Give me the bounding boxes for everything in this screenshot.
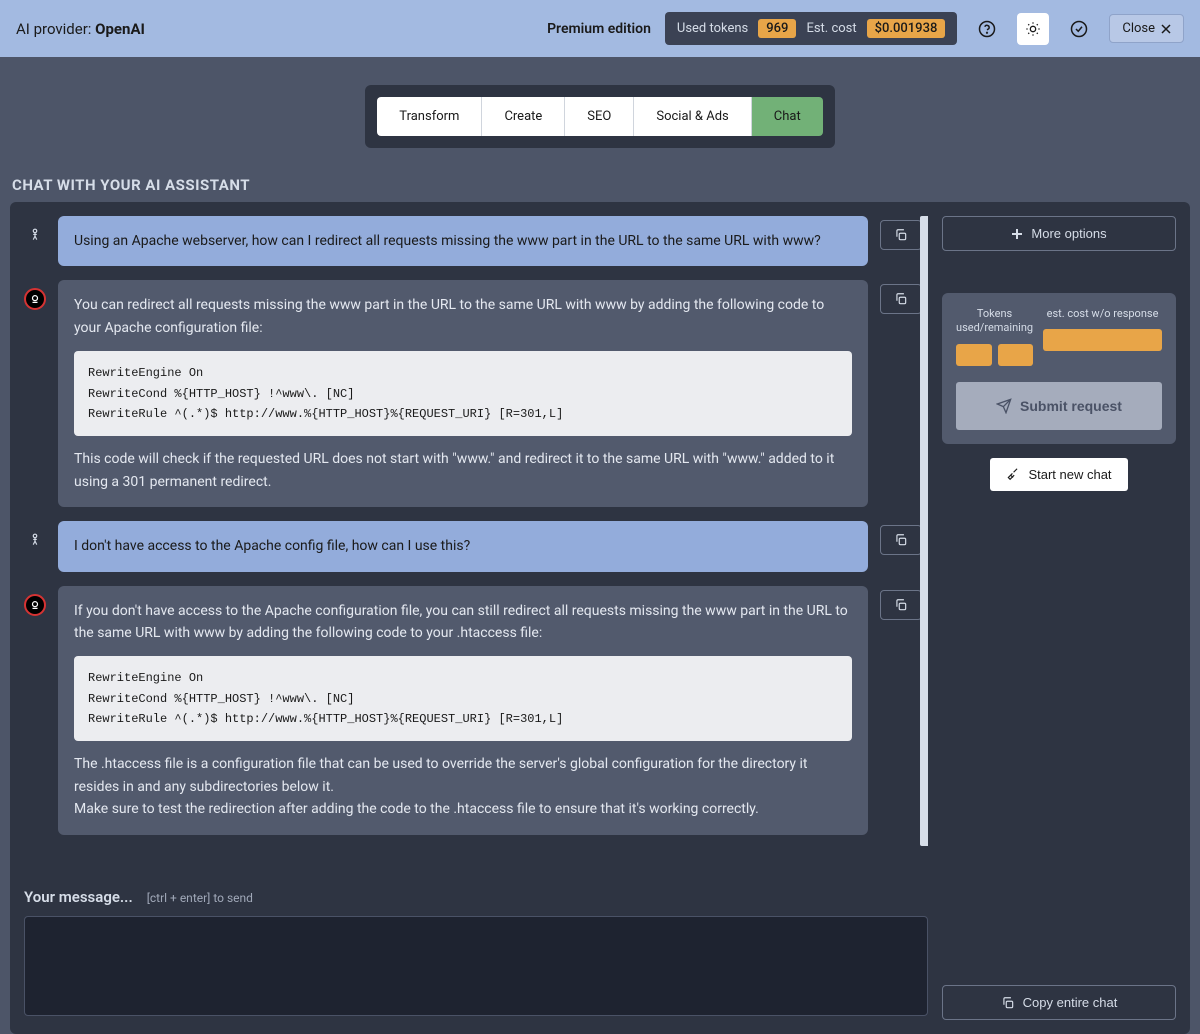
code-block: RewriteEngine On RewriteCond %{HTTP_HOST… <box>74 351 852 436</box>
user-avatar-icon <box>24 224 46 246</box>
used-tokens-badge: 969 <box>758 19 796 38</box>
provider-label: AI provider: <box>16 20 95 38</box>
message-row-user: I don't have access to the Apache config… <box>24 521 922 571</box>
tokens-used-badge <box>956 344 992 366</box>
message-row-ai: You can redirect all requests missing th… <box>24 280 922 507</box>
cost-stat-label: est. cost w/o response <box>1043 307 1162 321</box>
chat-sidebar: More options Tokens used/remaining est. … <box>942 216 1176 1020</box>
user-message-bubble: I don't have access to the Apache config… <box>58 521 868 571</box>
tab-create[interactable]: Create <box>482 97 565 136</box>
plus-icon <box>1011 228 1023 240</box>
tab-seo[interactable]: SEO <box>565 97 634 136</box>
chat-scroll[interactable]: Using an Apache webserver, how can I red… <box>24 216 928 877</box>
provider-name: OpenAI <box>95 20 145 38</box>
copy-message-button[interactable] <box>880 220 922 250</box>
ai-text-after: The .htaccess file is a configuration fi… <box>74 753 852 820</box>
ai-avatar-icon <box>24 594 46 616</box>
copy-icon <box>1001 996 1015 1010</box>
check-circle-icon[interactable] <box>1063 13 1095 45</box>
more-options-button[interactable]: More options <box>942 216 1176 251</box>
code-block: RewriteEngine On RewriteCond %{HTTP_HOST… <box>74 656 852 741</box>
input-label: Your message... <box>24 888 133 906</box>
used-tokens-label: Used tokens <box>677 21 748 36</box>
scrollbar[interactable] <box>920 216 928 846</box>
help-icon[interactable] <box>971 13 1003 45</box>
copy-message-button[interactable] <box>880 525 922 555</box>
submit-request-button[interactable]: Submit request <box>956 382 1162 430</box>
ai-text-before: You can redirect all requests missing th… <box>74 294 852 339</box>
copy-icon <box>894 533 908 547</box>
send-icon <box>996 398 1012 414</box>
user-avatar-icon <box>24 529 46 551</box>
ai-avatar-icon <box>24 288 46 310</box>
tokens-stat-label: Tokens used/remaining <box>956 307 1033 336</box>
tab-bar: Transform Create SEO Social & Ads Chat <box>365 85 834 148</box>
close-button[interactable]: Close <box>1109 14 1184 43</box>
message-row-user: Using an Apache webserver, how can I red… <box>24 216 922 266</box>
copy-icon <box>894 228 908 242</box>
section-title: CHAT WITH YOUR AI ASSISTANT <box>0 164 1200 202</box>
message-row-ai: If you don't have access to the Apache c… <box>24 586 922 835</box>
provider-display: AI provider: OpenAI <box>16 20 145 38</box>
chat-panel: Using an Apache webserver, how can I red… <box>10 202 1190 1034</box>
cost-badge <box>1043 329 1162 351</box>
tokens-remaining-badge <box>998 344 1034 366</box>
input-hint: [ctrl + enter] to send <box>147 891 253 905</box>
usage-card: Tokens used/remaining est. cost w/o resp… <box>942 293 1176 444</box>
start-new-chat-button[interactable]: Start new chat <box>990 458 1127 491</box>
message-input[interactable] <box>24 916 928 1016</box>
tab-social-ads[interactable]: Social & Ads <box>634 97 751 136</box>
copy-message-button[interactable] <box>880 590 922 620</box>
message-input-area: Your message... [ctrl + enter] to send <box>24 887 928 1020</box>
ai-text-before: If you don't have access to the Apache c… <box>74 600 852 645</box>
ai-text-after: This code will check if the requested UR… <box>74 448 852 493</box>
edition-label: Premium edition <box>547 21 651 37</box>
est-cost-label: Est. cost <box>806 21 856 36</box>
est-cost-badge: $0.001938 <box>867 19 946 38</box>
copy-icon <box>894 292 908 306</box>
app-header: AI provider: OpenAI Premium edition Used… <box>0 0 1200 57</box>
token-usage-box: Used tokens 969 Est. cost $0.001938 <box>665 12 957 45</box>
tab-transform[interactable]: Transform <box>377 97 482 136</box>
ai-message-bubble: You can redirect all requests missing th… <box>58 280 868 507</box>
tab-chat[interactable]: Chat <box>752 97 823 136</box>
user-message-bubble: Using an Apache webserver, how can I red… <box>58 216 868 266</box>
theme-toggle-icon[interactable] <box>1017 13 1049 45</box>
copy-entire-chat-button[interactable]: Copy entire chat <box>942 985 1176 1020</box>
close-icon <box>1161 24 1171 34</box>
ai-message-bubble: If you don't have access to the Apache c… <box>58 586 868 835</box>
broom-icon <box>1006 467 1020 481</box>
copy-icon <box>894 598 908 612</box>
copy-message-button[interactable] <box>880 284 922 314</box>
